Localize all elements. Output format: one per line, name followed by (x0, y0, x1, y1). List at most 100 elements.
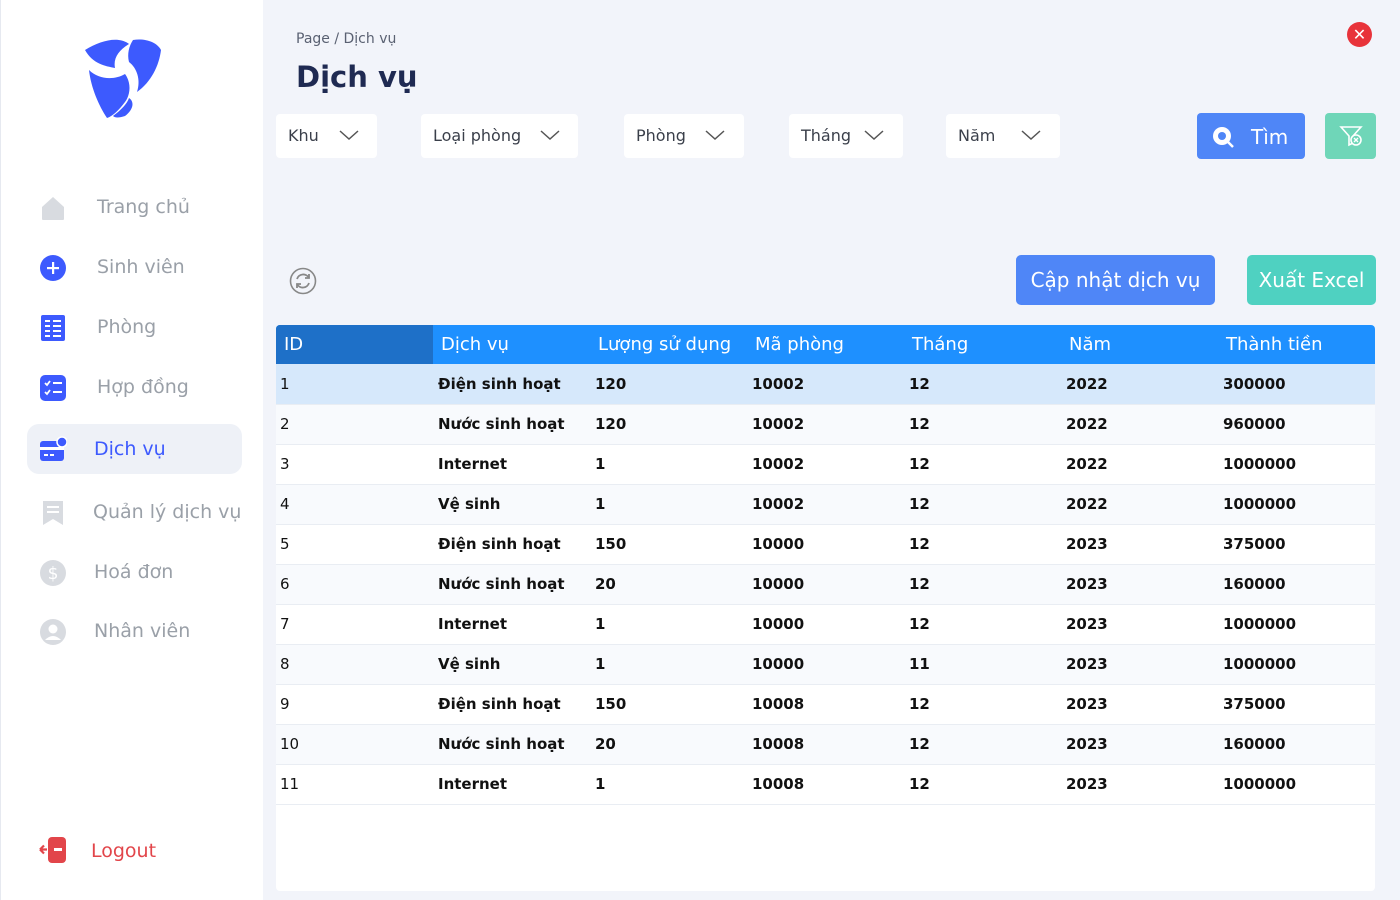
column-header-id[interactable]: ID (276, 325, 433, 364)
cell-thanh-tien: 1000000 (1223, 655, 1297, 673)
cell-thang: 12 (909, 415, 930, 433)
sidebar-item-dich-vu[interactable]: Dịch vụ (27, 424, 242, 474)
cell-nam: 2023 (1066, 735, 1108, 753)
logout-label: Logout (91, 840, 157, 862)
sidebar-item-quan-ly-dich-vu[interactable]: Quản lý dịch vụ (27, 487, 242, 537)
sidebar-item-label: Hoá đơn (94, 561, 174, 583)
sidebar-item-sinh-vien[interactable]: Sinh viên (27, 242, 242, 292)
filter-loai-phong[interactable]: Loại phòng (421, 114, 578, 158)
chevron-down-icon (705, 130, 725, 141)
table-header-row: ID Dịch vụ Lượng sử dụng Mã phòng Tháng … (276, 325, 1375, 364)
filter-loai-phong-label: Loại phòng (433, 126, 522, 145)
svg-text:$: $ (48, 564, 59, 584)
cell-thanh-tien: 960000 (1223, 415, 1286, 433)
refresh-icon[interactable] (289, 267, 317, 295)
home-icon (39, 194, 67, 222)
filter-khu-label: Khu (288, 126, 319, 145)
sidebar-item-label: Phòng (97, 316, 157, 338)
cell-id: 10 (280, 735, 300, 753)
sidebar-item-phong[interactable]: Phòng (27, 302, 242, 352)
column-header-thanh-tien[interactable]: Thành tiền (1218, 325, 1375, 364)
cell-thanh-tien: 1000000 (1223, 775, 1297, 793)
sidebar-item-nhan-vien[interactable]: Nhân viên (27, 606, 242, 656)
table-row[interactable]: 7 Internet 1 10000 12 2023 1000000 (276, 604, 1375, 644)
table-row[interactable]: 4 Vệ sinh 1 10002 12 2022 1000000 (276, 484, 1375, 524)
export-excel-button[interactable]: Xuất Excel (1247, 255, 1376, 305)
cell-thanh-tien: 375000 (1223, 695, 1286, 713)
cell-thang: 12 (909, 455, 930, 473)
column-header-dich-vu[interactable]: Dịch vụ (433, 325, 590, 364)
sidebar: Trang chủ Sinh viên Phòng Hợp đồng Dịch … (0, 0, 263, 900)
table-row[interactable]: 9 Điện sinh hoạt 150 10008 12 2023 375000 (276, 684, 1375, 724)
cell-ma-phong: 10008 (752, 775, 805, 793)
cell-luong-su-dung: 1 (595, 615, 606, 633)
filter-thang[interactable]: Tháng (789, 114, 903, 158)
cell-thang: 12 (909, 615, 930, 633)
logout-button[interactable]: Logout (39, 836, 156, 864)
cell-luong-su-dung: 1 (595, 455, 606, 473)
cell-nam: 2022 (1066, 455, 1108, 473)
chevron-down-icon (1021, 130, 1041, 141)
user-icon (39, 618, 67, 646)
table-row[interactable]: 10 Nước sinh hoạt 20 10008 12 2023 160000 (276, 724, 1375, 764)
update-service-button[interactable]: Cập nhật dịch vụ (1016, 255, 1215, 305)
cell-id: 4 (280, 495, 290, 513)
table-row[interactable]: 2 Nước sinh hoạt 120 10002 12 2022 960000 (276, 404, 1375, 444)
column-header-ma-phong[interactable]: Mã phòng (747, 325, 904, 364)
cell-thang: 12 (909, 535, 930, 553)
cell-dich-vu: Vệ sinh (438, 495, 501, 513)
column-header-nam[interactable]: Năm (1061, 325, 1218, 364)
cell-luong-su-dung: 1 (595, 655, 606, 673)
cell-thanh-tien: 375000 (1223, 535, 1286, 553)
sidebar-item-hop-dong[interactable]: Hợp đồng (27, 362, 242, 412)
cell-nam: 2022 (1066, 374, 1108, 393)
page-title: Dịch vụ (296, 60, 418, 94)
search-button-label: Tìm (1251, 125, 1289, 149)
cell-luong-su-dung: 1 (595, 775, 606, 793)
filter-khu[interactable]: Khu (276, 114, 377, 158)
filter-clear-icon (1338, 126, 1363, 147)
app-logo (85, 39, 161, 118)
cell-id: 3 (280, 455, 290, 473)
cell-thanh-tien: 160000 (1223, 575, 1286, 593)
sidebar-item-label: Trang chủ (97, 196, 190, 218)
cell-ma-phong: 10002 (752, 495, 805, 513)
cell-luong-su-dung: 150 (595, 695, 627, 713)
cell-dich-vu: Vệ sinh (438, 655, 501, 673)
cell-nam: 2023 (1066, 615, 1108, 633)
cell-dich-vu: Internet (438, 775, 508, 793)
filter-phong[interactable]: Phòng (624, 114, 744, 158)
sidebar-item-trang-chu[interactable]: Trang chủ (27, 182, 242, 232)
service-table: ID Dịch vụ Lượng sử dụng Mã phòng Tháng … (276, 325, 1375, 891)
table-row[interactable]: 11 Internet 1 10008 12 2023 1000000 (276, 764, 1375, 804)
cell-id: 2 (280, 415, 290, 433)
table-row[interactable]: 1 Điện sinh hoạt 120 10002 12 2022 300000 (276, 364, 1375, 404)
clear-filter-button[interactable] (1325, 113, 1376, 159)
sidebar-item-label: Nhân viên (94, 620, 191, 642)
breadcrumb: Page / Dịch vụ (296, 31, 397, 47)
table-row[interactable]: 8 Vệ sinh 1 10000 11 2023 1000000 (276, 644, 1375, 684)
cell-thang: 12 (909, 374, 930, 393)
cell-thanh-tien: 1000000 (1223, 615, 1297, 633)
table-row[interactable]: 6 Nước sinh hoạt 20 10000 12 2023 160000 (276, 564, 1375, 604)
cell-dich-vu: Điện sinh hoạt (438, 374, 561, 393)
table-row[interactable]: 5 Điện sinh hoạt 150 10000 12 2023 375000 (276, 524, 1375, 564)
plus-circle-icon (39, 254, 67, 282)
chevron-down-icon (864, 130, 884, 141)
column-header-thang[interactable]: Tháng (904, 325, 1061, 364)
filter-nam[interactable]: Năm (946, 114, 1060, 158)
sidebar-item-hoa-don[interactable]: $ Hoá đơn (27, 547, 242, 597)
close-button[interactable]: ✕ (1347, 22, 1372, 47)
cell-id: 9 (280, 695, 290, 713)
dollar-icon: $ (39, 559, 67, 587)
cell-thang: 12 (909, 775, 930, 793)
search-button[interactable]: Tìm (1197, 113, 1305, 159)
cell-nam: 2023 (1066, 575, 1108, 593)
filter-phong-label: Phòng (636, 126, 686, 145)
column-header-luong-su-dung[interactable]: Lượng sử dụng (590, 325, 747, 364)
cell-dich-vu: Điện sinh hoạt (438, 535, 561, 553)
cell-thanh-tien: 1000000 (1223, 495, 1297, 513)
table-row[interactable]: 3 Internet 1 10002 12 2022 1000000 (276, 444, 1375, 484)
cell-nam: 2023 (1066, 775, 1108, 793)
cell-thang: 12 (909, 575, 930, 593)
